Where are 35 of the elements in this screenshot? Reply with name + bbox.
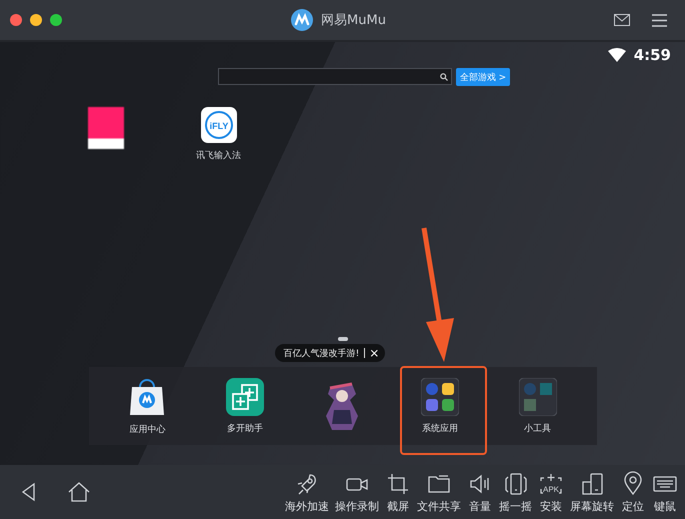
dock-app[interactable]: 多开助手 (204, 378, 285, 434)
toolbar-button[interactable]: 键鼠 (649, 470, 681, 514)
mail-icon[interactable] (614, 14, 630, 26)
toolbar-button[interactable]: 屏幕旋转 (567, 470, 617, 514)
dock-app[interactable]: 应用中心 (107, 376, 188, 436)
toolbar-button[interactable]: APK 安装 (535, 470, 567, 514)
toolbar-button[interactable]: 摇一摇 (496, 470, 535, 514)
desktop-app[interactable]: iFLY 讯飞输入法 (196, 107, 241, 162)
app-folder-icon (421, 378, 460, 416)
close-window-button[interactable] (10, 14, 22, 26)
toolbar-button[interactable]: 截屏 (382, 470, 414, 514)
tooltip-text: 百亿人气漫改手游! (284, 348, 360, 360)
toolbar-button[interactable]: 操作录制 (332, 470, 382, 514)
app-logo-icon (291, 9, 314, 31)
toolbar-button[interactable]: 文件共享 (414, 470, 464, 514)
phone-shake-icon (502, 470, 528, 496)
wifi-icon (608, 48, 626, 62)
zoom-window-button[interactable] (50, 14, 62, 26)
ifly-app-icon: iFLY (200, 107, 236, 143)
toolbar-button[interactable]: 海外加速 (282, 470, 332, 514)
close-button[interactable]: × (364, 348, 380, 358)
window-title: 网易MuMu (321, 12, 386, 29)
drawer-handle[interactable] (338, 337, 348, 341)
minimize-window-button[interactable] (30, 14, 42, 26)
toolbar-button[interactable]: 音量 (464, 470, 496, 514)
menu-icon[interactable] (652, 14, 667, 26)
search-icon (440, 72, 448, 80)
toolbar-button[interactable]: 定位 (617, 470, 649, 514)
clock-time: 4:59 (634, 46, 671, 64)
dock-app[interactable]: 系统应用 (400, 378, 480, 434)
search-field[interactable] (218, 68, 452, 85)
dock-app[interactable]: 小工具 (498, 378, 578, 434)
blurred-app-icon[interactable] (88, 107, 124, 149)
multi-window-icon (226, 378, 264, 416)
app-folder-icon (518, 378, 557, 416)
